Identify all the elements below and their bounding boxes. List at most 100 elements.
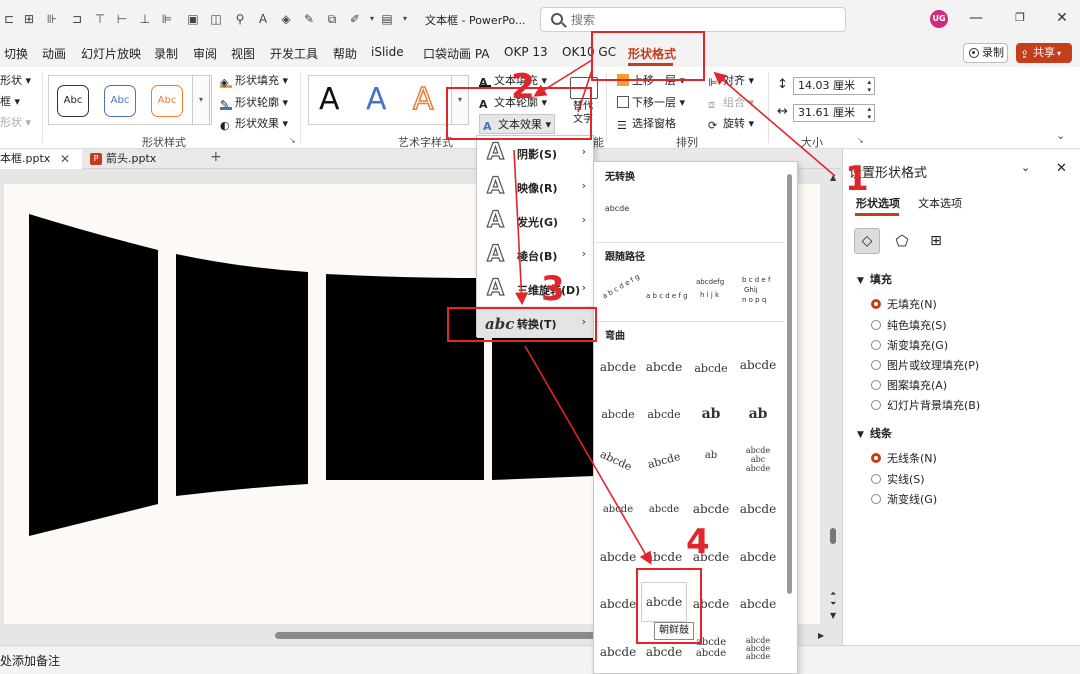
close-icon[interactable]: ✕ <box>60 149 70 169</box>
tab-view[interactable]: 视图 <box>231 45 255 62</box>
scroll-right-icon[interactable]: ▶ <box>818 631 824 640</box>
tab-developer[interactable]: 开发工具 <box>270 45 318 62</box>
tab-slideshow[interactable]: 幻灯片放映 <box>81 45 141 62</box>
curved-panel-3[interactable] <box>326 274 484 480</box>
ungroup-icon[interactable]: ◫ <box>209 11 223 27</box>
tab-review[interactable]: 审阅 <box>193 45 217 62</box>
next-slide-icon[interactable]: ⏷ <box>830 599 836 609</box>
format-painter-icon[interactable]: ⚲ <box>233 11 247 27</box>
ribbon-cut-item[interactable]: 形状 ▾ <box>0 114 31 130</box>
doc-tab[interactable]: P 箭头.pptx <box>88 149 198 169</box>
align-middle-icon[interactable]: ⊢ <box>115 11 129 27</box>
tab-animations[interactable]: 动画 <box>42 45 66 62</box>
warp-option[interactable]: abcde <box>692 362 730 375</box>
font-color-icon[interactable]: A <box>256 11 270 27</box>
search-input[interactable] <box>571 11 831 29</box>
warp-option[interactable]: abcde <box>599 550 637 564</box>
tab-record[interactable]: 录制 <box>154 45 178 62</box>
submenu-scrollbar[interactable] <box>787 174 792 594</box>
warp-option[interactable]: abcde abcde abcde <box>739 637 777 661</box>
wordart-style-outline[interactable]: A <box>412 75 434 125</box>
scroll-down-icon[interactable]: ▼ <box>830 611 836 620</box>
group-icon[interactable]: ▣ <box>186 11 200 27</box>
curved-panel-1[interactable] <box>29 214 158 536</box>
radio-background-fill[interactable]: 幻灯片背景填充(B) <box>871 397 980 413</box>
search-box[interactable] <box>540 7 846 32</box>
align-right-icon[interactable]: ⊐ <box>70 11 84 27</box>
shape-style-orange[interactable]: Abc <box>151 85 183 117</box>
minimize-icon[interactable]: — <box>968 10 984 26</box>
pane-options-chevron-icon[interactable]: ⌄ <box>1021 161 1030 174</box>
radio-gradient-fill[interactable]: 渐变填充(G) <box>871 337 948 353</box>
radio-picture-fill[interactable]: 图片或纹理填充(P) <box>871 357 979 373</box>
group-button[interactable]: ⧈ 组合 ▾ <box>708 94 754 111</box>
warp-option[interactable]: ab <box>692 450 730 461</box>
record-button[interactable]: 录制 <box>963 43 1008 63</box>
menu-item-glow[interactable]: A 发光(G) › <box>477 204 594 238</box>
warp-option[interactable]: ab <box>739 406 777 422</box>
align-button[interactable]: ⊫ 对齐 ▾ <box>708 72 754 89</box>
width-input[interactable]: 31.61 厘米 ▴ ▾ <box>793 104 875 122</box>
size-properties-icon[interactable]: ⊞ <box>923 228 949 254</box>
radio-no-line[interactable]: 无线条(N) <box>871 450 937 466</box>
fill-section-header[interactable]: ▼ 填充 <box>857 271 892 287</box>
align-center-icon[interactable]: ⊞ <box>22 11 36 27</box>
notes-placeholder[interactable]: 处添加备注 <box>0 652 60 669</box>
distribute-icon[interactable]: ⊪ <box>45 11 59 27</box>
tab-help[interactable]: 帮助 <box>333 45 357 62</box>
shape-styles-more-button[interactable]: ▾ <box>192 75 210 125</box>
chevron-down-icon[interactable]: ▾ <box>398 11 412 27</box>
warp-option[interactable]: abcde <box>644 449 684 471</box>
collapse-ribbon-icon[interactable]: ⌄ <box>1056 129 1065 142</box>
warp-option[interactable]: abcde <box>739 597 777 611</box>
ribbon-cut-item[interactable]: 形状 ▾ <box>0 72 31 88</box>
shape-style-blue[interactable]: Abc <box>104 85 136 117</box>
curved-panel-2[interactable] <box>176 254 308 496</box>
warp-option[interactable]: abcde <box>692 502 730 516</box>
line-section-header[interactable]: ▼ 线条 <box>857 425 892 441</box>
warp-option[interactable]: abcde <box>596 447 636 475</box>
warp-option[interactable]: abcde <box>599 597 637 611</box>
line-color-icon[interactable]: ✎ <box>302 11 316 27</box>
menu-item-reflection[interactable]: A 映像(R) › <box>477 170 594 204</box>
prev-slide-icon[interactable]: ⏶ <box>830 589 836 599</box>
radio-solid-fill[interactable]: 纯色填充(S) <box>871 317 947 333</box>
close-icon[interactable]: ✕ <box>1056 161 1067 176</box>
menu-item-bevel[interactable]: A 棱台(B) › <box>477 238 594 272</box>
warp-option[interactable]: abcde <box>739 502 777 516</box>
add-tab-icon[interactable]: + <box>210 149 222 165</box>
warp-option[interactable]: abcde <box>645 645 683 659</box>
warp-option[interactable]: abcde <box>599 504 637 515</box>
tab-islide[interactable]: iSlide <box>371 45 404 59</box>
rotate-button[interactable]: ⟳ 旋转 ▾ <box>708 115 754 132</box>
vertical-scrollbar[interactable] <box>830 528 836 544</box>
fill-bucket-icon[interactable]: ◇ <box>854 228 880 254</box>
tab-okp13[interactable]: OKP 13 <box>504 45 548 59</box>
tab-transitions[interactable]: 切换 <box>4 45 28 62</box>
dialog-launcher-icon[interactable]: ↘ <box>857 136 864 145</box>
radio-gradient-line[interactable]: 渐变线(G) <box>871 491 937 507</box>
distribute-vertical-icon[interactable]: ⊫ <box>160 11 174 27</box>
tab-pocket-animation[interactable]: 口袋动画 PA <box>423 45 490 62</box>
crop-icon[interactable]: ⧉ <box>325 11 339 27</box>
share-button[interactable]: ⇪ 共享 ▾ <box>1016 43 1072 63</box>
align-top-icon[interactable]: ⊤ <box>93 11 107 27</box>
warp-option[interactable]: abcde abc abcde <box>739 446 777 473</box>
notes-bar[interactable]: 处添加备注 <box>0 645 1080 674</box>
shape-style-dark[interactable]: Abc <box>57 85 89 117</box>
warp-option[interactable]: abcde <box>599 645 637 659</box>
dialog-launcher-icon[interactable]: ↘ <box>289 136 296 145</box>
fill-color-icon[interactable]: ◈ <box>279 11 293 27</box>
warp-option[interactable]: abcde <box>739 550 777 564</box>
warp-option[interactable]: abcde <box>645 360 683 374</box>
align-left-icon[interactable]: ⊏ <box>2 11 16 27</box>
align-bottom-icon[interactable]: ⊥ <box>138 11 152 27</box>
wordart-style-blue[interactable]: A <box>366 75 387 125</box>
warp-option[interactable]: ab <box>692 406 730 422</box>
wordart-style-black[interactable]: A <box>319 75 340 125</box>
close-icon[interactable]: ✕ <box>1054 10 1070 26</box>
doc-tab-active[interactable]: 本框.pptx ✕ <box>0 149 82 169</box>
warp-option[interactable]: abcde <box>599 360 637 374</box>
scroll-up-icon[interactable]: ▲ <box>830 173 836 182</box>
radio-pattern-fill[interactable]: 图案填充(A) <box>871 377 947 393</box>
